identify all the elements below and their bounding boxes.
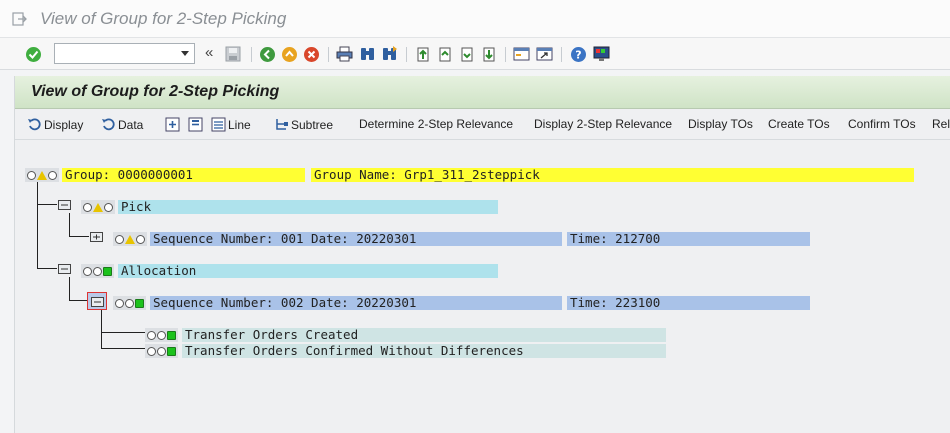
subtree-icon (276, 119, 288, 130)
lamp-off-icon (115, 298, 124, 308)
collapse-all-button[interactable] (188, 117, 205, 132)
window-titlebar: View of Group for 2-Step Picking (0, 0, 950, 38)
group-id[interactable]: Group: 0000000001 (62, 168, 305, 182)
green-light-icon (167, 346, 176, 356)
to-created-label[interactable]: Transfer Orders Created (182, 328, 666, 342)
allocation-item-sequence[interactable]: Sequence Number: 002 Date: 20220301 (150, 296, 562, 310)
green-light-icon (167, 330, 176, 340)
folder-open-icon[interactable] (58, 199, 71, 210)
back-icon[interactable] (258, 45, 276, 63)
display-2-step-relevance-button[interactable]: Display 2-Step Relevance (534, 117, 672, 131)
truncated-toolbar-button[interactable]: Rel (932, 117, 950, 131)
lamp-off-icon (157, 330, 166, 340)
selected-folder-icon[interactable] (87, 292, 107, 310)
pick-item-status-light (113, 232, 147, 246)
lamp-off-icon (48, 170, 57, 180)
standard-toolbar: « ? (0, 38, 950, 70)
create-session-icon[interactable] (512, 45, 530, 63)
pick-status-light (81, 200, 115, 214)
create-shortcut-icon[interactable] (535, 45, 553, 63)
page-title: View of Group for 2-Step Picking (31, 83, 280, 100)
determine-2-step-relevance-button[interactable]: Determine 2-Step Relevance (359, 117, 513, 131)
lamp-off-icon (104, 202, 113, 212)
folder-closed-icon[interactable] (90, 231, 103, 242)
line-button[interactable]: Line (211, 117, 251, 132)
data-refresh-icon (102, 118, 115, 131)
enter-check-icon[interactable] (24, 45, 42, 63)
allocation-status-light (81, 264, 114, 278)
line-icon (211, 117, 226, 132)
customize-layout-icon[interactable] (592, 45, 610, 63)
application-toolbar: Display Data Line Subtree Determine 2-St… (15, 110, 950, 140)
allocation-item-time[interactable]: Time: 223100 (567, 296, 810, 310)
subtree-button[interactable]: Subtree (274, 117, 333, 132)
svg-text:?: ? (575, 48, 581, 61)
first-page-icon[interactable] (413, 45, 431, 63)
display-refresh-icon (28, 118, 41, 131)
to-confirmed-label[interactable]: Transfer Orders Confirmed Without Differ… (182, 344, 666, 358)
allocation-node-label[interactable]: Allocation (118, 264, 498, 278)
collapse-all-icon (188, 117, 203, 132)
exit-window-icon[interactable] (12, 12, 27, 26)
expand-all-icon (165, 117, 180, 132)
lamp-off-icon (93, 266, 102, 276)
pick-item-sequence[interactable]: Sequence Number: 001 Date: 20220301 (150, 232, 562, 246)
to-created-status-light (145, 328, 178, 342)
panel-header: View of Group for 2-Step Picking (15, 76, 950, 109)
create-tos-button[interactable]: Create TOs (768, 117, 830, 131)
lamp-off-icon (147, 330, 156, 340)
help-icon[interactable]: ? (569, 45, 587, 63)
allocation-item-status-light (113, 296, 146, 310)
lamp-off-icon (83, 202, 92, 212)
group-name[interactable]: Group Name: Grp1_311_2steppick (311, 168, 914, 182)
warning-triangle-icon (125, 234, 135, 244)
lamp-off-icon (83, 266, 92, 276)
green-light-icon (135, 298, 144, 308)
folder-open-icon[interactable] (58, 263, 71, 274)
find-next-icon[interactable] (380, 45, 398, 63)
warning-triangle-icon (37, 170, 47, 180)
display-tos-button[interactable]: Display TOs (688, 117, 753, 131)
lamp-off-icon (115, 234, 124, 244)
data-button[interactable]: Data (101, 117, 143, 132)
group-status-light (25, 168, 59, 182)
collapse-toolbar-icon[interactable]: « (205, 44, 213, 61)
lamp-off-icon (147, 346, 156, 356)
warning-triangle-icon (93, 202, 103, 212)
display-button[interactable]: Display (27, 117, 83, 132)
next-page-icon[interactable] (457, 45, 475, 63)
expand-all-button[interactable] (165, 117, 182, 132)
main-panel: View of Group for 2-Step Picking Display… (14, 76, 950, 433)
command-dropdown-arrow-icon[interactable] (181, 51, 189, 56)
last-page-icon[interactable] (479, 45, 497, 63)
exit-icon[interactable] (280, 45, 298, 63)
previous-page-icon[interactable] (435, 45, 453, 63)
pick-item-time[interactable]: Time: 212700 (567, 232, 810, 246)
find-icon[interactable] (358, 45, 376, 63)
confirm-tos-button[interactable]: Confirm TOs (848, 117, 916, 131)
print-icon[interactable] (335, 45, 353, 63)
lamp-off-icon (157, 346, 166, 356)
lamp-off-icon (125, 298, 134, 308)
lamp-off-icon (27, 170, 36, 180)
pick-node-label[interactable]: Pick (118, 200, 498, 214)
cancel-icon[interactable] (302, 45, 320, 63)
lamp-off-icon (136, 234, 145, 244)
command-field[interactable] (54, 43, 195, 64)
green-light-icon (103, 266, 112, 276)
save-icon[interactable] (224, 45, 242, 63)
window-title: View of Group for 2-Step Picking (40, 9, 287, 28)
to-confirmed-status-light (145, 344, 178, 358)
